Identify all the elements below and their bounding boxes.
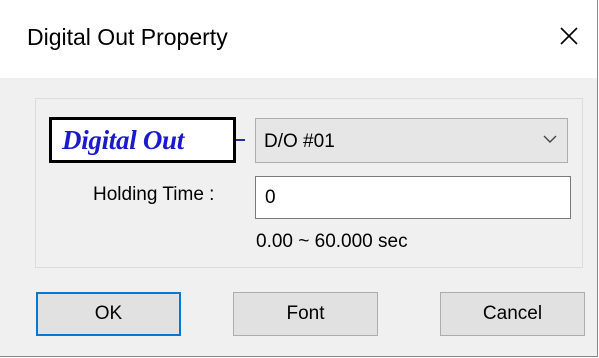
digital-out-logo: Digital Out [49,117,236,163]
dialog-title: Digital Out Property [27,24,228,50]
font-button[interactable]: Font [233,292,378,336]
channel-select-value: D/O #01 [264,131,335,152]
holding-time-range: 0.00 ~ 60.000 sec [256,231,408,252]
close-icon [560,27,578,45]
logo-connector-line [236,139,245,141]
holding-time-input[interactable] [255,176,571,219]
cancel-button[interactable]: Cancel [440,292,585,336]
ok-button[interactable]: OK [36,292,181,336]
chevron-down-icon [543,135,557,143]
title-bar: Digital Out Property [0,0,597,78]
digital-out-channel-select[interactable]: D/O #01 [255,118,568,163]
digital-out-property-dialog: Digital Out Property Digital Out D/O #01… [0,0,598,357]
logo-text: Digital Out [62,125,184,155]
holding-time-label: Holding Time : [93,184,215,205]
close-button[interactable] [545,14,593,58]
